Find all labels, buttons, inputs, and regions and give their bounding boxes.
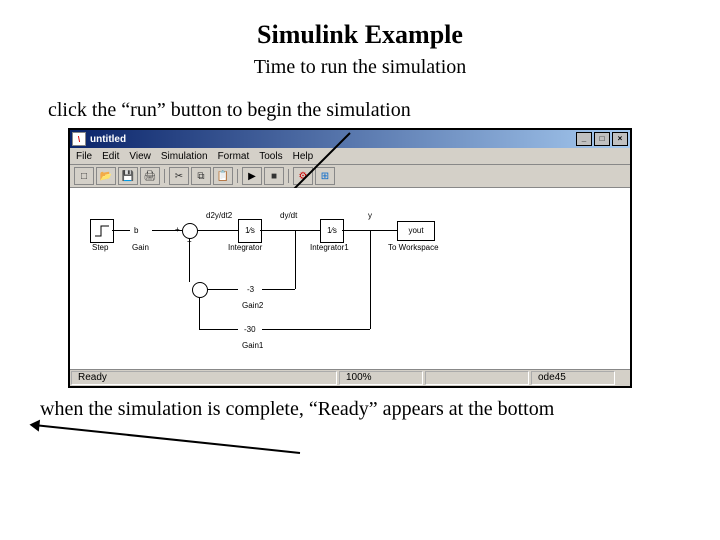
toolbar-separator (237, 169, 238, 183)
menu-view[interactable]: View (129, 151, 151, 162)
stop-button[interactable]: ■ (264, 167, 284, 185)
menu-format[interactable]: Format (218, 151, 250, 162)
gain1-value: -30 (244, 325, 256, 334)
menu-simulation[interactable]: Simulation (161, 151, 208, 162)
y-label: y (368, 211, 372, 220)
to-workspace-label: To Workspace (388, 243, 439, 252)
step-block[interactable] (90, 219, 114, 243)
toolbar-separator (288, 169, 289, 183)
to-workspace-block[interactable]: yout (397, 221, 435, 241)
resize-grip-icon[interactable] (616, 371, 630, 385)
simulink-icon: \ (72, 132, 86, 146)
caption-above: click the “run” button to begin the simu… (48, 99, 690, 122)
gain2-value: -3 (247, 285, 254, 294)
statusbar: Ready 100% ode45 (70, 369, 630, 386)
menu-edit[interactable]: Edit (102, 151, 119, 162)
menu-tools[interactable]: Tools (259, 151, 282, 162)
slide-subtitle: Time to run the simulation (30, 56, 690, 79)
dy-label: dy/dt (280, 211, 297, 220)
integrator-label: Integrator (228, 243, 262, 252)
new-button[interactable]: □ (74, 167, 94, 185)
close-button[interactable]: × (612, 132, 628, 146)
status-zoom: 100% (339, 371, 423, 385)
d2y-label: d2y/dt2 (206, 211, 232, 220)
save-button[interactable]: 💾 (118, 167, 138, 185)
gain2-label: Gain2 (242, 301, 263, 310)
library-button[interactable]: ⊞ (315, 167, 335, 185)
status-ready: Ready (71, 371, 337, 385)
step-label: Step (92, 243, 108, 252)
integrator-block[interactable]: 1⁄s (238, 219, 262, 243)
gain1-label: Gain1 (242, 341, 263, 350)
toolbar: □ 📂 💾 🖨 ✂ ⧉ 📋 ▶ ■ ⚙ ⊞ (70, 165, 630, 188)
run-button[interactable]: ▶ (242, 167, 262, 185)
integrator1-block[interactable]: 1⁄s (320, 219, 344, 243)
integrator1-label: Integrator1 (310, 243, 349, 252)
menu-file[interactable]: File (76, 151, 92, 162)
maximize-button[interactable]: □ (594, 132, 610, 146)
annotation-arrow-to-ready (31, 424, 300, 454)
caption-below: when the simulation is complete, “Ready”… (40, 398, 690, 421)
cut-button[interactable]: ✂ (169, 167, 189, 185)
paste-button[interactable]: 📋 (213, 167, 233, 185)
copy-button[interactable]: ⧉ (191, 167, 211, 185)
slide-title: Simulink Example (30, 20, 690, 50)
toolbar-separator (164, 169, 165, 183)
window-title: untitled (90, 134, 126, 145)
simulink-window: \ untitled _ □ × File Edit View Simulati… (68, 128, 632, 388)
sum-plus-left: + (175, 225, 180, 234)
status-solver: ode45 (531, 371, 615, 385)
open-button[interactable]: 📂 (96, 167, 116, 185)
sum2-block[interactable] (192, 282, 208, 298)
print-button[interactable]: 🖨 (140, 167, 160, 185)
gain-label: Gain (132, 243, 149, 252)
minimize-button[interactable]: _ (576, 132, 592, 146)
menubar: File Edit View Simulation Format Tools H… (70, 148, 630, 165)
model-canvas[interactable]: Step b Gain + + d2y/dt2 1⁄s Integrator d… (70, 188, 630, 369)
menu-help[interactable]: Help (293, 151, 314, 162)
gain-b-value: b (134, 226, 138, 235)
